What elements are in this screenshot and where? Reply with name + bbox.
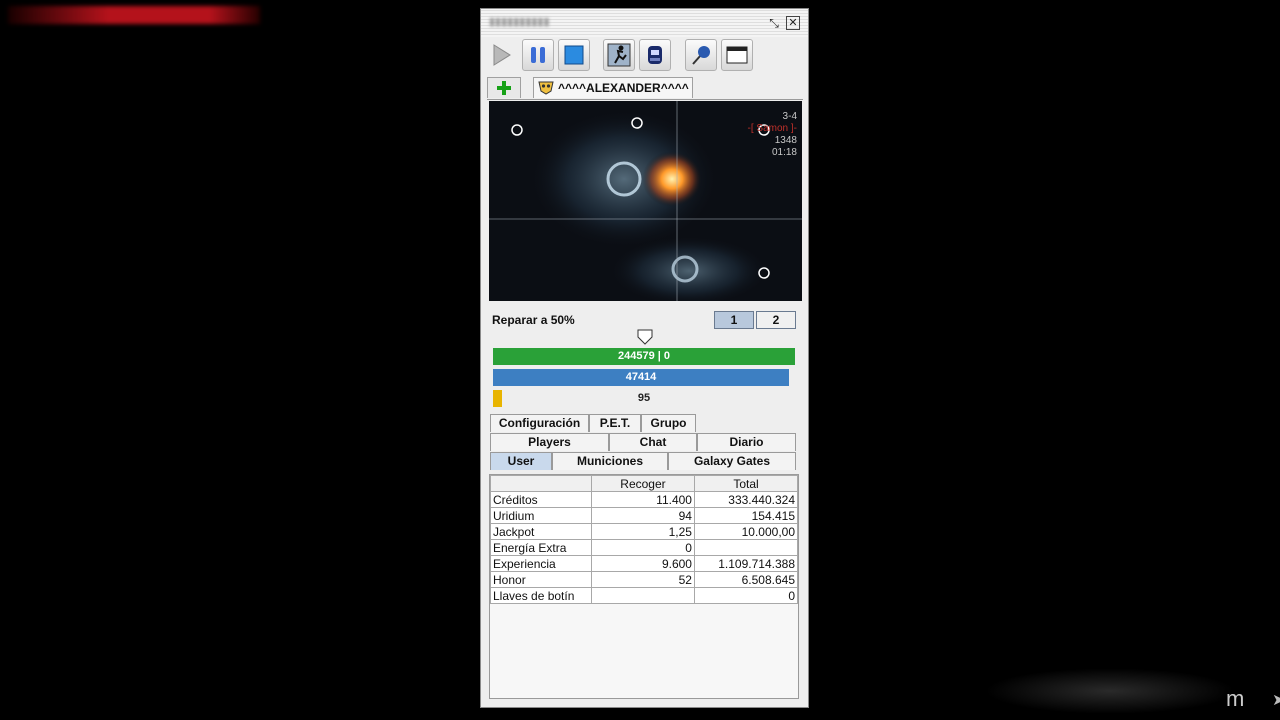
row-total: 1.109.714.388: [693, 555, 799, 572]
minimap[interactable]: 3-4 -[ Samon ]- 1348 01:18: [489, 101, 802, 301]
cargo-bar-text: 95: [637, 392, 651, 404]
row-recoger: 9.600: [590, 555, 695, 572]
row-total: 154.415: [693, 507, 799, 524]
table-row: Honor 52 6.508.645: [490, 571, 799, 588]
tab-galaxy-gates[interactable]: Galaxy Gates: [668, 452, 796, 470]
header-cell: [490, 475, 592, 492]
row-recoger: 0: [590, 539, 695, 556]
toolbar: [485, 39, 805, 73]
table-row: Uridium 94 154.415: [490, 507, 799, 524]
tab-configuracion[interactable]: Configuración: [490, 414, 589, 432]
timer: 01:18: [771, 147, 797, 158]
ship-icon: [648, 46, 662, 64]
player-name: ^^^^ALEXANDER^^^^: [558, 81, 689, 95]
header-cell: Recoger: [590, 475, 695, 492]
map-name: 3-4: [782, 111, 797, 122]
row-label: Uridium: [490, 507, 592, 524]
table-row: Energía Extra 0: [490, 539, 799, 556]
table-header-row: Recoger Total: [490, 475, 799, 492]
shield-bar: 47414: [493, 369, 789, 386]
play-icon: [493, 44, 511, 66]
row-total: 6.508.645: [693, 571, 799, 588]
coord-value: 1348: [774, 135, 797, 146]
flee-button[interactable]: [603, 39, 635, 71]
window-icon: [726, 46, 748, 64]
table-row: Experiencia 9.600 1.109.714.388: [490, 555, 799, 572]
runner-icon: [607, 43, 631, 67]
config-1-button[interactable]: 1: [714, 311, 754, 329]
tab-municiones[interactable]: Municiones: [552, 452, 668, 470]
row-label: Honor: [490, 571, 592, 588]
window-button[interactable]: [721, 39, 753, 71]
stop-icon: [564, 45, 584, 65]
config-2-button[interactable]: 2: [756, 311, 796, 329]
corner-watermark-text: m: [1226, 686, 1245, 711]
hp-bar: 244579 | 0: [493, 348, 795, 365]
close-icon[interactable]: ✕: [786, 16, 800, 30]
row-recoger: 1,25: [590, 523, 695, 540]
row-recoger: [590, 587, 695, 604]
row-total: 333.440.324: [693, 491, 799, 508]
pin-button[interactable]: [685, 39, 717, 71]
tab-diario[interactable]: Diario: [697, 433, 796, 451]
pause-icon: [531, 47, 545, 63]
table-row: Jackpot 1,25 10.000,00: [490, 523, 799, 540]
row-total: 0: [693, 587, 799, 604]
row-label: Llaves de botín: [490, 587, 592, 604]
row-recoger: 11.400: [590, 491, 695, 508]
plus-icon: [497, 81, 511, 95]
tab-grupo[interactable]: Grupo: [641, 414, 696, 432]
row-label: Jackpot: [490, 523, 592, 540]
row-label: Experiencia: [490, 555, 592, 572]
row-label: Créditos: [490, 491, 592, 508]
stop-button[interactable]: [558, 39, 590, 71]
ship-button[interactable]: [639, 39, 671, 71]
table-row: Créditos 11.400 333.440.324: [490, 491, 799, 508]
pin-icon: [692, 46, 710, 65]
window-title-blurred: ▮▮▮▮▮▮▮▮▮▮: [489, 16, 550, 28]
play-button[interactable]: [485, 39, 517, 71]
stats-panel: Recoger Total Créditos 11.400 333.440.32…: [489, 474, 799, 699]
tab-chat[interactable]: Chat: [609, 433, 697, 451]
player-tab[interactable]: ^^^^ALEXANDER^^^^: [533, 77, 693, 98]
enemy-label: -[ Samon ]-: [747, 123, 797, 134]
row-label: Energía Extra: [490, 539, 592, 556]
row-recoger: 52: [590, 571, 695, 588]
restore-icon[interactable]: ⤡: [767, 16, 781, 30]
header-cell: Total: [693, 475, 799, 492]
add-account-tab[interactable]: [487, 77, 521, 98]
tab-user[interactable]: User: [490, 452, 552, 470]
cargo-bar: 95: [493, 390, 795, 407]
row-recoger: 94: [590, 507, 695, 524]
tab-pet[interactable]: P.E.T.: [589, 414, 641, 432]
tab-players[interactable]: Players: [490, 433, 609, 451]
bot-window: ▮▮▮▮▮▮▮▮▮▮ ⤡ ✕ ^^^^ALEXANDER^^^^ 3-4 -[…: [480, 8, 809, 708]
mask-icon: [538, 81, 554, 95]
repair-slider-thumb[interactable]: [637, 329, 653, 350]
blurred-overlay: [985, 668, 1235, 714]
row-total: [693, 539, 799, 556]
pause-button[interactable]: [522, 39, 554, 71]
repair-label: Reparar a 50%: [492, 313, 575, 327]
player-tabstrip: ^^^^ALEXANDER^^^^: [487, 77, 803, 100]
table-row: Llaves de botín 0: [490, 587, 799, 604]
mouse-cursor-icon: ➤: [1272, 692, 1280, 709]
title-bar[interactable]: ▮▮▮▮▮▮▮▮▮▮ ⤡ ✕: [481, 9, 808, 37]
slider-thumb-icon: [637, 329, 653, 345]
blurred-banner: [8, 6, 260, 24]
row-total: 10.000,00: [693, 523, 799, 540]
stats-table: Recoger Total Créditos 11.400 333.440.32…: [490, 475, 799, 604]
